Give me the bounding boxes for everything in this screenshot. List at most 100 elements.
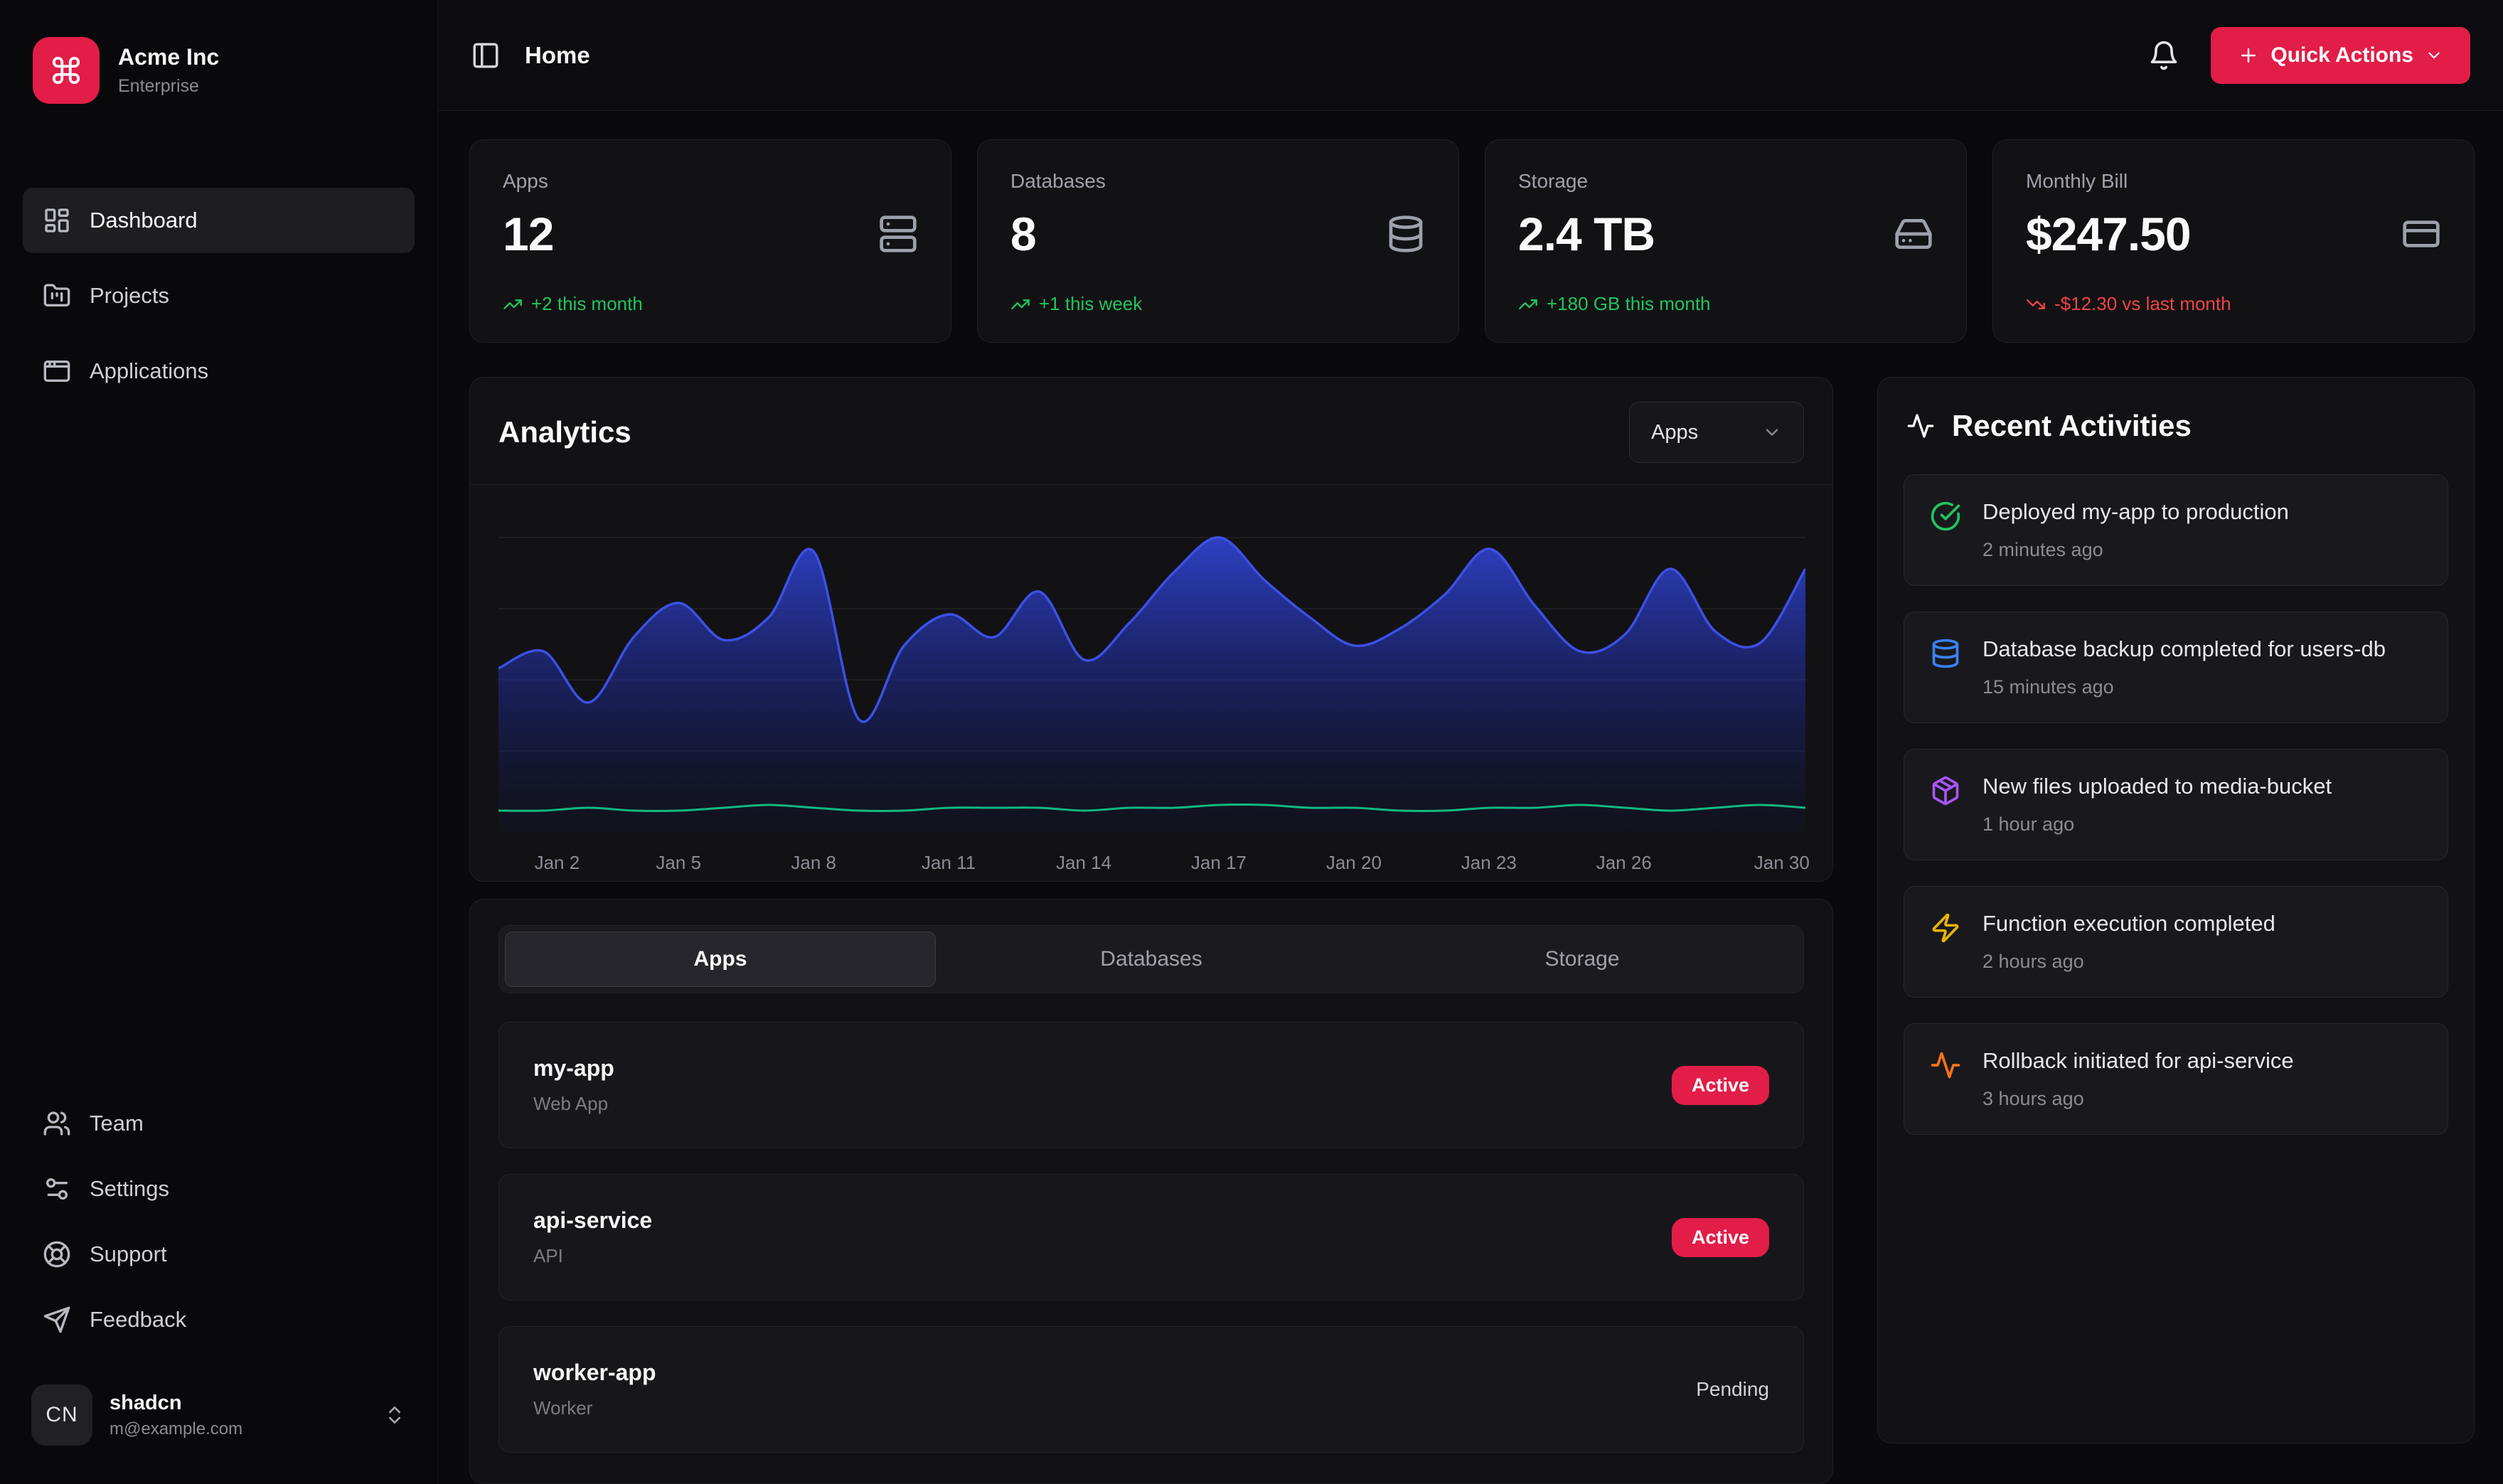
stat-label: Databases (1010, 170, 1106, 193)
sidebar-item-applications[interactable]: Applications (23, 338, 415, 404)
x-tick-label: Jan 2 (535, 852, 580, 874)
sidebar-item-label: Settings (90, 1176, 169, 1202)
stat-card-monthly-bill: Monthly Bill $247.50 -$12.30 vs last mon… (1992, 139, 2475, 343)
chevrons-up-down-icon (383, 1404, 406, 1426)
tab-apps[interactable]: Apps (505, 931, 936, 987)
activity-icon (1930, 1050, 1961, 1110)
tab-databases[interactable]: Databases (936, 931, 1367, 987)
activity-title: Database backup completed for users-db (1982, 636, 2386, 662)
activity-item[interactable]: New files uploaded to media-bucket 1 hou… (1904, 749, 2448, 860)
resource-row-my-app[interactable]: my-app Web App Active (498, 1022, 1804, 1148)
circle-check-icon (1930, 501, 1961, 561)
stat-label: Apps (503, 170, 548, 193)
recent-activities-card: Recent Activities Deployed my-app to pro… (1877, 377, 2475, 1443)
resources-card: Apps Databases Storage my-app Web App Ac… (469, 899, 1833, 1484)
sidebar-secondary-nav: Team Settings Support Feedback (23, 1094, 415, 1349)
sidebar-item-label: Feedback (90, 1307, 186, 1333)
resource-row-api-service[interactable]: api-service API Active (498, 1174, 1804, 1301)
x-tick-label: Jan 20 (1326, 852, 1382, 874)
sidebar-item-feedback[interactable]: Feedback (23, 1291, 415, 1349)
user-menu[interactable]: CN shadcn m@example.com (23, 1377, 415, 1453)
activity-item[interactable]: Database backup completed for users-db 1… (1904, 612, 2448, 723)
command-icon (33, 37, 100, 104)
activity-title: New files uploaded to media-bucket (1982, 774, 2332, 799)
activity-item[interactable]: Rollback initiated for api-service 3 hou… (1904, 1023, 2448, 1135)
life-buoy-icon (43, 1240, 71, 1269)
sidebar-nav: Dashboard Projects Applications (23, 188, 415, 404)
activities-list: Deployed my-app to production 2 minutes … (1904, 474, 2448, 1135)
activity-time: 3 hours ago (1982, 1088, 2294, 1110)
x-tick-label: Jan 17 (1191, 852, 1247, 874)
sidebar-item-team[interactable]: Team (23, 1094, 415, 1153)
chevron-down-icon (1762, 422, 1782, 442)
sidebar-item-label: Projects (90, 283, 169, 309)
hard-drive-icon (1894, 214, 1933, 254)
sidebar-item-dashboard[interactable]: Dashboard (23, 188, 415, 253)
resource-type: Web App (533, 1093, 614, 1115)
activity-time: 15 minutes ago (1982, 676, 2386, 698)
sidebar-item-settings[interactable]: Settings (23, 1160, 415, 1218)
analytics-card: Analytics Apps Jan 2Jan 5Jan 8Jan 11Ja (469, 377, 1833, 882)
x-tick-label: Jan 11 (922, 852, 976, 874)
org-name: Acme Inc (118, 44, 219, 70)
credit-card-icon (2401, 214, 2441, 254)
sliders-icon (43, 1175, 71, 1203)
quick-actions-label: Quick Actions (2270, 43, 2413, 68)
panel-left-icon (471, 41, 501, 70)
analytics-title: Analytics (498, 415, 631, 449)
stat-label: Storage (1518, 170, 1588, 193)
sidebar-toggle-button[interactable] (471, 41, 501, 70)
layout-dashboard-icon (43, 206, 71, 235)
folder-kanban-icon (43, 282, 71, 310)
select-value: Apps (1651, 421, 1698, 444)
sidebar-item-support[interactable]: Support (23, 1225, 415, 1283)
resource-type: Worker (533, 1397, 656, 1419)
resource-name: my-app (533, 1055, 614, 1082)
stat-card-storage: Storage 2.4 TB +180 GB this month (1485, 139, 1967, 343)
send-icon (43, 1306, 71, 1334)
tab-storage[interactable]: Storage (1367, 931, 1798, 987)
trending-up-icon (1010, 294, 1030, 314)
sidebar-item-label: Support (90, 1242, 167, 1267)
resource-row-worker-app[interactable]: worker-app Worker Pending (498, 1326, 1804, 1453)
database-icon (1930, 638, 1961, 698)
resources-tablist: Apps Databases Storage (498, 925, 1804, 993)
page-title: Home (525, 42, 590, 69)
analytics-filter-select[interactable]: Apps (1629, 402, 1804, 463)
trending-up-icon (503, 294, 523, 314)
dashboard-content: Apps 12 +2 this month Databases 8 (438, 111, 2503, 1484)
status-text: Pending (1696, 1378, 1769, 1401)
stat-card-apps: Apps 12 +2 this month (469, 139, 951, 343)
app-window-icon (43, 357, 71, 385)
main-area: Home Quick Actions Apps (438, 0, 2503, 1484)
zap-icon (1930, 912, 1961, 973)
activity-item[interactable]: Deployed my-app to production 2 minutes … (1904, 474, 2448, 586)
x-tick-label: Jan 30 (1754, 852, 1810, 874)
activity-time: 2 minutes ago (1982, 539, 2289, 561)
quick-actions-button[interactable]: Quick Actions (2211, 27, 2470, 84)
stat-label: Monthly Bill (2026, 170, 2128, 193)
stat-delta: +2 this month (503, 293, 918, 315)
user-name: shadcn (110, 1392, 242, 1415)
package-icon (1930, 775, 1961, 836)
org-plan: Enterprise (118, 76, 219, 97)
sidebar-item-projects[interactable]: Projects (23, 263, 415, 329)
stat-card-databases: Databases 8 +1 this week (977, 139, 1459, 343)
org-switcher[interactable]: Acme Inc Enterprise (23, 37, 415, 104)
area-chart (498, 505, 1805, 832)
x-tick-label: Jan 26 (1596, 852, 1652, 874)
activity-time: 2 hours ago (1982, 951, 2275, 973)
stat-value: $247.50 (2026, 207, 2191, 261)
stat-value: 2.4 TB (1518, 207, 1655, 261)
avatar: CN (31, 1384, 92, 1446)
stat-value: 12 (503, 207, 553, 261)
trending-down-icon (2026, 294, 2046, 314)
analytics-chart: Jan 2Jan 5Jan 8Jan 11Jan 14Jan 17Jan 20J… (470, 485, 1832, 890)
chart-x-axis: Jan 2Jan 5Jan 8Jan 11Jan 14Jan 17Jan 20J… (498, 845, 1804, 890)
activity-item[interactable]: Function execution completed 2 hours ago (1904, 886, 2448, 998)
stat-delta: -$12.30 vs last month (2026, 293, 2441, 315)
activity-title: Deployed my-app to production (1982, 499, 2289, 525)
resource-name: worker-app (533, 1360, 656, 1386)
sidebar: Acme Inc Enterprise Dashboard Projects A… (0, 0, 438, 1484)
notifications-button[interactable] (2148, 40, 2179, 71)
